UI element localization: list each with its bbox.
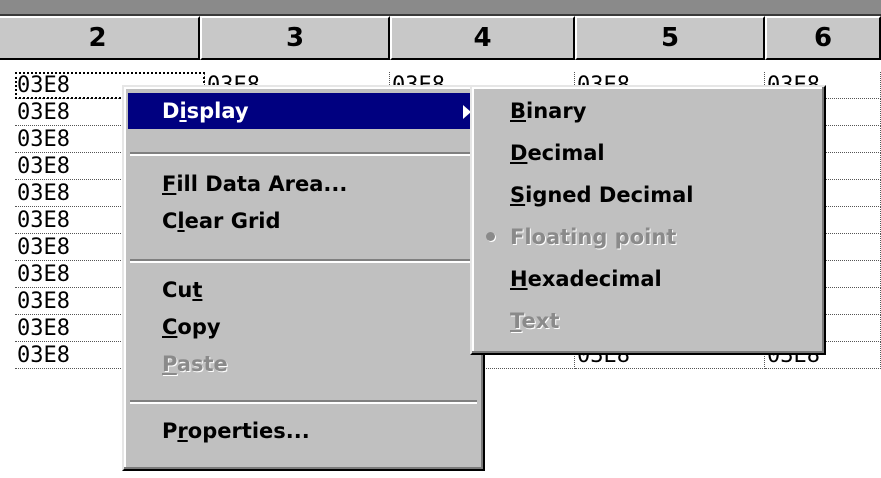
submenu-item-signed-decimal[interactable]: Signed Decimal (476, 177, 820, 213)
column-header-2[interactable]: 2 (0, 16, 200, 60)
menu-item-copy[interactable]: Copy (128, 309, 479, 345)
submenu-item-label: Floating point (510, 225, 677, 249)
submenu-item-text[interactable]: Text (476, 303, 820, 339)
submenu-item-label: Signed Decimal (510, 183, 694, 207)
context-menu: Display Fill Data Area... Clear Grid Cut Cop… (122, 85, 485, 471)
column-header-label: 5 (660, 23, 680, 53)
submenu-item-hexadecimal[interactable]: Hexadecimal (476, 261, 820, 297)
submenu-item-label: Hexadecimal (510, 267, 662, 291)
menu-item-label: Paste (162, 352, 228, 376)
menu-item-paste[interactable]: Paste (128, 346, 479, 382)
column-header-6[interactable]: 6 (765, 16, 881, 60)
column-header-label: 2 (88, 23, 107, 53)
submenu-item-binary[interactable]: Binary (476, 93, 820, 129)
menu-item-label: Copy (162, 315, 221, 339)
submenu-item-label: Binary (510, 99, 587, 123)
submenu-item-label: Text (510, 309, 560, 333)
menu-item-properties[interactable]: Properties... (128, 413, 479, 449)
menu-item-display[interactable]: Display (128, 93, 479, 129)
menu-separator (130, 400, 477, 404)
radio-bullet-icon (486, 232, 495, 241)
column-header-label: 4 (473, 23, 492, 53)
column-header-3[interactable]: 3 (200, 16, 390, 60)
menu-item-label: Cut (162, 278, 203, 302)
menu-separator (130, 152, 477, 156)
column-header-label: 6 (813, 23, 833, 53)
menu-item-cut[interactable]: Cut (128, 272, 479, 308)
menu-item-label: Fill Data Area... (162, 172, 348, 196)
column-header-4[interactable]: 4 (390, 16, 575, 60)
submenu-item-decimal[interactable]: Decimal (476, 135, 820, 171)
menu-item-label: Display (162, 99, 249, 123)
menu-item-label: Properties... (162, 419, 310, 443)
menu-item-fill-data-area[interactable]: Fill Data Area... (128, 166, 479, 202)
submenu-item-label: Decimal (510, 141, 605, 165)
menu-item-label: Clear Grid (162, 209, 281, 233)
column-header-label: 3 (285, 23, 305, 53)
menu-separator (130, 259, 477, 263)
submenu-item-floating-point[interactable]: Floating point (476, 219, 820, 255)
display-submenu: Binary Decimal Signed Decimal Floating poin… (470, 85, 826, 355)
menu-item-clear-grid[interactable]: Clear Grid (128, 203, 479, 239)
column-header-5[interactable]: 5 (575, 16, 765, 60)
grid-top-border (0, 0, 881, 16)
